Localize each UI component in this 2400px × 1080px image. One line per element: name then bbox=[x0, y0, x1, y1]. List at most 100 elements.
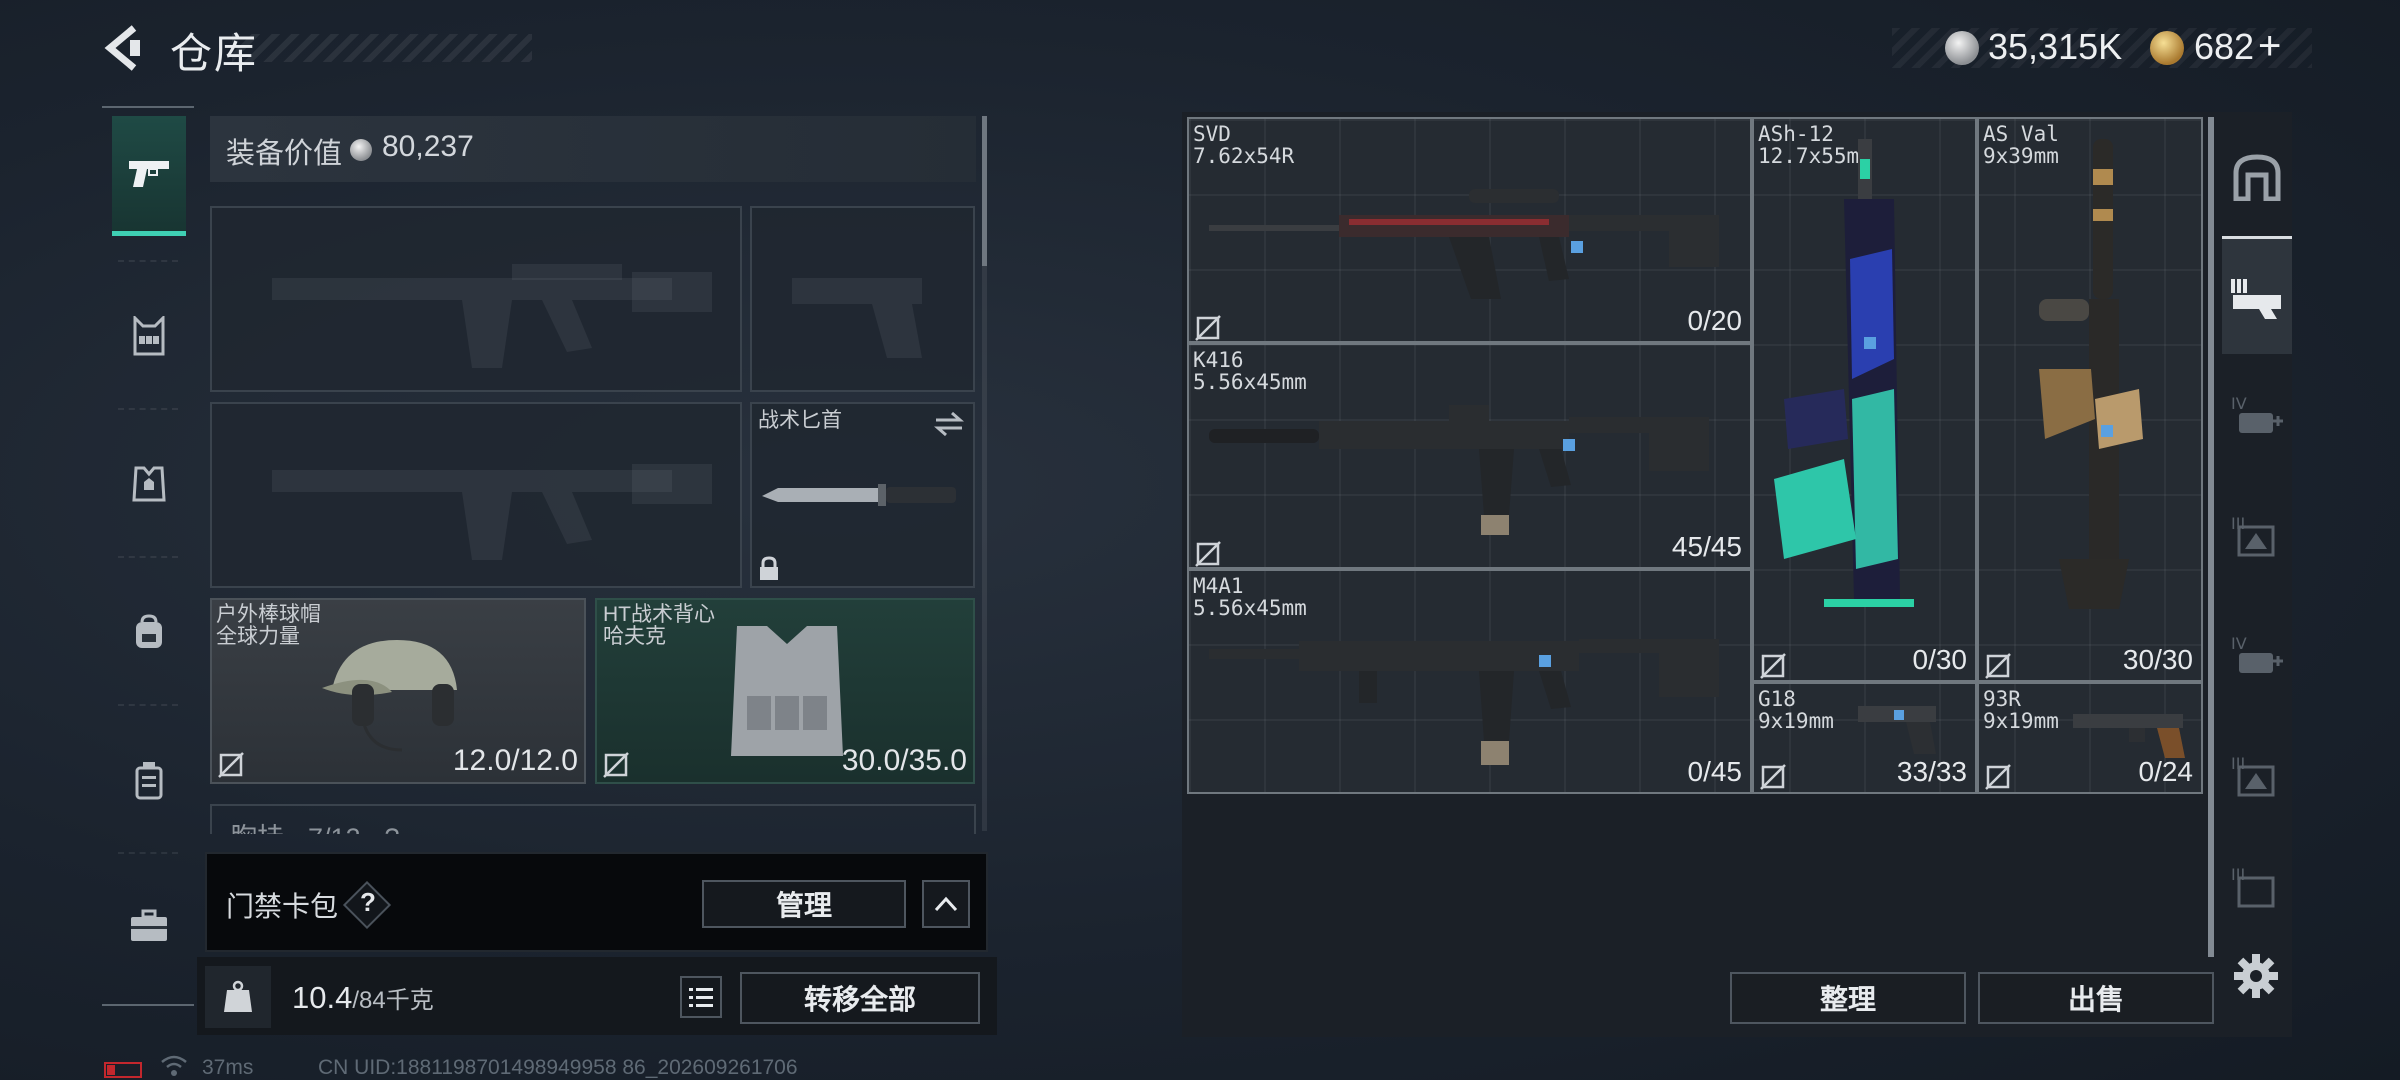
helmet-brand: 全球力量 bbox=[216, 625, 300, 648]
weight-current: 10.4 bbox=[292, 980, 353, 1015]
armor-vest-icon bbox=[132, 466, 166, 502]
knife-slot[interactable]: 战术匕首 bbox=[750, 402, 975, 588]
stash-item-m4a1[interactable]: M4A1 5.56x45mm 0/45 bbox=[1187, 569, 1752, 794]
equipment-value-amount: 80,237 bbox=[382, 130, 474, 163]
helmet-slot[interactable]: 户外棒球帽 全球力量 12.0/12.0 bbox=[210, 598, 586, 784]
knife-slot-label: 战术匕首 bbox=[758, 409, 842, 432]
stash-item-ash12[interactable]: ASh-12 12.7x55mm 0/30 bbox=[1752, 117, 1977, 682]
pistol-icon bbox=[129, 160, 169, 187]
stash-tab-all[interactable] bbox=[2222, 118, 2292, 236]
stash-tab-weapons[interactable] bbox=[2222, 236, 2292, 354]
rail-separator bbox=[118, 852, 178, 854]
svg-text:IV: IV bbox=[2231, 634, 2247, 653]
weapon-ammo-count: 0/30 bbox=[1912, 644, 1968, 675]
weapon-ammo-count: 45/45 bbox=[1671, 531, 1742, 562]
list-view-button[interactable] bbox=[680, 976, 722, 1018]
tactical-knife-image bbox=[762, 484, 956, 506]
weapon-ammo-count: 0/20 bbox=[1687, 305, 1743, 336]
sell-button[interactable]: 出售 bbox=[1978, 972, 2214, 1024]
access-card-label: 门禁卡包 bbox=[226, 891, 339, 922]
rail-separator bbox=[118, 408, 178, 410]
stash-scrollbar[interactable] bbox=[2208, 117, 2214, 957]
stash-item-93r[interactable]: 93R 9x19mm 0/24 bbox=[1977, 682, 2203, 794]
rail-separator bbox=[118, 260, 178, 262]
weight-capacity: /84千克 bbox=[352, 987, 434, 1014]
rail-bottom-divider bbox=[102, 1004, 194, 1006]
briefcase-icon bbox=[131, 909, 167, 941]
weight-kg-icon bbox=[224, 980, 252, 1012]
grade-iii-armor-icon: III bbox=[2231, 514, 2275, 557]
back-arrow-icon bbox=[104, 25, 140, 71]
93r-pistol-image bbox=[2073, 714, 2185, 758]
rail-top-divider bbox=[102, 106, 194, 108]
secondary-weapon-slot[interactable] bbox=[750, 206, 975, 392]
stash-item-svd[interactable]: SVD 7.62x54R 0/20 bbox=[1187, 117, 1752, 343]
no-insure-icon bbox=[1760, 764, 1786, 790]
lock-icon bbox=[760, 556, 778, 580]
chest-rig-label: 胸挂 · 7/12 · ? bbox=[210, 804, 976, 834]
no-insure-icon bbox=[1985, 764, 2011, 790]
tab-backpack[interactable] bbox=[112, 572, 186, 692]
list-icon bbox=[689, 988, 713, 1007]
weapon-ammo-count: 0/45 bbox=[1687, 756, 1743, 787]
no-insure-icon bbox=[1195, 315, 1221, 341]
wifi-icon bbox=[161, 1055, 187, 1076]
primary-weapon-slot-2[interactable] bbox=[210, 402, 742, 588]
tab-weapons[interactable] bbox=[112, 116, 186, 236]
safe-box-icon bbox=[2233, 154, 2281, 201]
stash-tab-grade-iii-c[interactable]: III bbox=[2222, 836, 2292, 936]
manage-button[interactable]: 管理 bbox=[702, 880, 906, 928]
weapon-ammo-count: 33/33 bbox=[1896, 756, 1967, 787]
tab-chest-rig[interactable] bbox=[112, 276, 186, 396]
transfer-all-button[interactable]: 转移全部 bbox=[740, 972, 980, 1024]
uid-display: CN UID:1881198701498949958 86_2026092617… bbox=[318, 1056, 798, 1079]
armor-slot[interactable]: HT战术背心 哈夫克 30.0/35.0 bbox=[595, 598, 975, 784]
stash-item-g18[interactable]: G18 9x19mm 33/33 bbox=[1752, 682, 1977, 794]
primary-weapon-slot-1[interactable] bbox=[210, 206, 742, 392]
back-button[interactable] bbox=[100, 22, 152, 74]
chest-rig-row[interactable]: 胸挂 · 7/12 · ? bbox=[210, 804, 976, 834]
rifle-silhouette-icon bbox=[272, 264, 712, 368]
weight-display: 10.4/84千克 bbox=[292, 980, 434, 1016]
backpack-icon bbox=[136, 614, 162, 648]
stash-tab-grade-iii-a[interactable]: III bbox=[2222, 476, 2292, 594]
tab-case[interactable] bbox=[112, 866, 186, 986]
equipment-value-label: 装备价值 bbox=[226, 138, 343, 170]
armor-durability: 30.0/35.0 bbox=[841, 744, 967, 777]
stash-tab-grade-iv-b[interactable]: IV bbox=[2222, 596, 2292, 714]
grade-iv-add-icon: IV bbox=[2231, 634, 2283, 673]
weapon-ammo-count: 0/24 bbox=[2138, 756, 2194, 787]
stash-item-asval[interactable]: AS Val 9x39mm 30/30 bbox=[1977, 117, 2203, 682]
sort-button[interactable]: 整理 bbox=[1730, 972, 1966, 1024]
page-title: 仓库 bbox=[170, 30, 259, 77]
gear-icon[interactable] bbox=[2232, 952, 2280, 1000]
tab-pouch[interactable] bbox=[112, 720, 186, 840]
equipment-scroll-thumb[interactable] bbox=[982, 116, 987, 266]
weapon-ammo: 9x19mm bbox=[1983, 709, 2059, 733]
silver-coin-icon bbox=[350, 139, 372, 161]
battery-level bbox=[107, 1065, 115, 1075]
chest-rig-icon bbox=[133, 316, 165, 356]
stash-tab-grade-iv-add[interactable]: IV bbox=[2222, 356, 2292, 474]
tab-armor[interactable] bbox=[112, 424, 186, 544]
currency-silver-amount: 35,315K bbox=[1988, 26, 2123, 67]
add-currency-button[interactable]: + bbox=[2258, 24, 2281, 69]
swap-arrows-icon[interactable] bbox=[932, 410, 966, 438]
currency-gold-amount: 682 bbox=[2194, 26, 2255, 67]
pouch-icon bbox=[135, 762, 163, 800]
no-insure-icon bbox=[1760, 653, 1786, 679]
weapon-name: G18 bbox=[1758, 687, 1796, 711]
stash-item-k416[interactable]: K416 5.56x45mm 45/45 bbox=[1187, 343, 1752, 569]
no-insure-icon bbox=[218, 752, 244, 778]
svd-rifle-image bbox=[1209, 189, 1719, 299]
collapse-button[interactable] bbox=[922, 880, 970, 928]
baseball-cap-headset-image bbox=[322, 640, 457, 752]
tactical-vest-image bbox=[731, 626, 843, 756]
rifle-silhouette-icon bbox=[272, 464, 712, 560]
chevron-up-icon bbox=[934, 896, 958, 912]
stash-tab-grade-iii-b[interactable]: III bbox=[2222, 716, 2292, 834]
rail-separator bbox=[118, 704, 178, 706]
grade-iv-add-icon: IV bbox=[2231, 394, 2283, 433]
title-decoration bbox=[232, 34, 532, 62]
ash12-rifle-image bbox=[1774, 139, 1914, 607]
